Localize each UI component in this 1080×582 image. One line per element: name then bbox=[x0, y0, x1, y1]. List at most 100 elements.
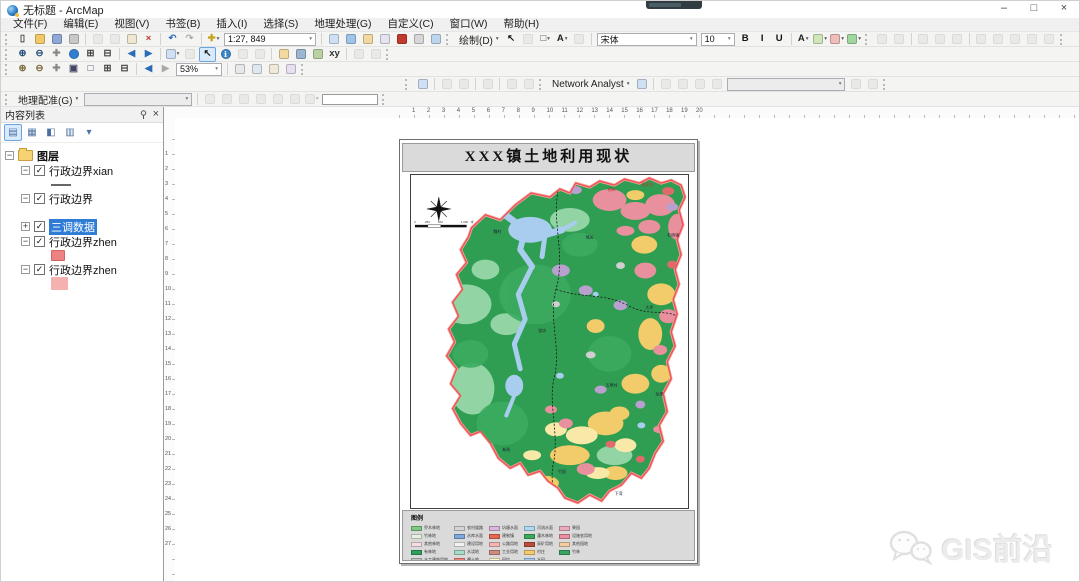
legend[interactable]: 图例 乔木林地 竹林地 其他林地 有林地 水工建筑用地 农村道路 水库水面 建设用地 水浇地 裸土… bbox=[402, 510, 695, 561]
layer-name[interactable]: 行政边界zhen bbox=[49, 234, 117, 250]
menu-item-4[interactable]: 书签(B) bbox=[157, 18, 208, 31]
paste-button[interactable] bbox=[124, 33, 139, 46]
page-fixed-zoom-out-button[interactable]: ⊟ bbox=[117, 63, 132, 76]
toolbar-grip[interactable] bbox=[5, 48, 10, 60]
menu-item-6[interactable]: 选择(S) bbox=[255, 18, 306, 31]
layers-root-label[interactable]: 图层 bbox=[37, 148, 59, 164]
maximize-button[interactable]: □ bbox=[1019, 1, 1049, 17]
find-tool[interactable] bbox=[293, 48, 308, 61]
underline-button[interactable]: U bbox=[772, 33, 787, 46]
layer-symbol-line[interactable] bbox=[51, 183, 71, 186]
python-window-button[interactable] bbox=[411, 33, 426, 46]
expander-icon[interactable]: − bbox=[21, 194, 30, 203]
back-extent-button[interactable]: ◀ bbox=[124, 48, 139, 61]
print-button[interactable] bbox=[66, 33, 81, 46]
editor-toolbar-button[interactable] bbox=[326, 33, 341, 46]
rectangle-tool-button[interactable]: □ ▾ bbox=[538, 33, 553, 46]
zoom-in-tool[interactable]: ⊕ bbox=[15, 48, 30, 61]
toolbar-grip[interactable] bbox=[539, 78, 544, 90]
layer-row-2[interactable]: − ✓ 行政边界 bbox=[5, 191, 161, 206]
expander-icon[interactable]: − bbox=[21, 265, 30, 274]
toolbar-grip[interactable] bbox=[1059, 33, 1065, 45]
menu-item-1[interactable]: 文件(F) bbox=[5, 18, 55, 31]
text-tool-button[interactable]: A ▾ bbox=[555, 33, 570, 46]
scale-bar[interactable] bbox=[414, 224, 467, 228]
minimize-button[interactable]: – bbox=[989, 1, 1019, 17]
menu-item-2[interactable]: 编辑(E) bbox=[55, 18, 106, 31]
layer-row-5[interactable]: − ✓ 行政边界zhen bbox=[5, 262, 161, 277]
toolbar-grip[interactable] bbox=[864, 33, 870, 45]
layer-name[interactable]: 行政边界zhen bbox=[49, 262, 117, 278]
north-arrow[interactable] bbox=[426, 197, 451, 221]
marker-color-button[interactable]: ▾ bbox=[847, 33, 862, 46]
layer-visibility-checkbox[interactable]: ✓ bbox=[34, 193, 45, 204]
toolbar-grip[interactable] bbox=[382, 93, 387, 105]
search-window-button[interactable] bbox=[377, 33, 392, 46]
layer-symbol-row[interactable] bbox=[5, 277, 161, 290]
network-analyst-menu[interactable]: Network Analyst ▾ bbox=[552, 79, 629, 90]
layer-row-4[interactable]: − ✓ 行政边界zhen bbox=[5, 234, 161, 249]
page-pan-tool[interactable]: ✚ bbox=[49, 63, 64, 76]
expander-icon[interactable]: − bbox=[21, 237, 30, 246]
draw-menu[interactable]: 绘制(D) ▾ bbox=[459, 32, 499, 47]
list-by-drawing-order-button[interactable]: ▤ bbox=[4, 124, 22, 141]
menu-item-7[interactable]: 地理处理(G) bbox=[306, 18, 379, 31]
font-color-button[interactable]: A ▾ bbox=[796, 33, 811, 46]
toc-options-button[interactable]: ▾ bbox=[80, 124, 98, 141]
line-color-button[interactable]: ▾ bbox=[830, 33, 845, 46]
layout-page[interactable]: XXX镇土地利用现状 0 250 500 1,000 米 魏村 城关 张坊 五里… bbox=[399, 139, 698, 564]
page-fixed-zoom-in-button[interactable]: ⊞ bbox=[100, 63, 115, 76]
table-of-contents-button[interactable] bbox=[343, 33, 358, 46]
toolbar-grip[interactable] bbox=[5, 63, 10, 75]
toolbar-grip[interactable] bbox=[386, 48, 391, 60]
landuse-map[interactable]: 0 250 500 1,000 米 魏村城关张坊五里村新桥 龙潭竹园下湾 石桥铺大坪 杨林 夏家… bbox=[411, 175, 688, 508]
italic-button[interactable]: I bbox=[755, 33, 770, 46]
layer-visibility-checkbox[interactable]: ✓ bbox=[34, 236, 45, 247]
identify-tool[interactable]: ℹ bbox=[218, 48, 233, 61]
select-elements-button[interactable]: ↖ bbox=[504, 33, 519, 46]
font-name-combo[interactable]: 宋体 ▾ bbox=[596, 32, 697, 46]
zoom-whole-page-button[interactable]: ▣ bbox=[66, 63, 81, 76]
layer-name[interactable]: 行政边界 bbox=[49, 191, 93, 207]
menu-item-5[interactable]: 插入(I) bbox=[208, 18, 255, 31]
rotation-value-input[interactable] bbox=[322, 93, 379, 105]
layer-name[interactable]: 三调数据 bbox=[49, 218, 97, 235]
toolbar-grip[interactable] bbox=[883, 78, 888, 90]
page-zoom-in-tool[interactable]: ⊕ bbox=[15, 63, 30, 76]
page-back-extent-button[interactable]: ◀ bbox=[141, 63, 156, 76]
page-zoom-percent-combo[interactable]: 53% ▾ bbox=[176, 62, 222, 76]
select-elements-tool[interactable]: ↖ bbox=[199, 46, 216, 62]
find-route-button[interactable] bbox=[310, 48, 325, 61]
pan-tool[interactable]: ✚ bbox=[49, 48, 64, 61]
undo-button[interactable]: ↶ bbox=[165, 33, 180, 46]
toolbar-grip[interactable] bbox=[301, 63, 306, 75]
layer-symbol-row[interactable] bbox=[5, 206, 161, 219]
menu-item-9[interactable]: 窗口(W) bbox=[442, 18, 496, 31]
layer-symbol-pink-large[interactable] bbox=[51, 277, 68, 290]
layer-visibility-checkbox[interactable]: ✓ bbox=[34, 264, 45, 275]
layer-name[interactable]: 行政边界xian bbox=[49, 163, 113, 179]
expander-icon[interactable]: − bbox=[21, 166, 30, 175]
menu-item-8[interactable]: 自定义(C) bbox=[380, 18, 442, 31]
change-layout-button[interactable] bbox=[266, 63, 281, 76]
list-by-visibility-button[interactable]: ◧ bbox=[42, 124, 60, 141]
toolbar-grip[interactable] bbox=[5, 33, 10, 45]
layout-canvas[interactable]: XXX镇土地利用现状 0 250 500 1,000 米 魏村 城关 张坊 五里… bbox=[175, 118, 1079, 581]
fixed-zoom-in-button[interactable]: ⊞ bbox=[83, 48, 98, 61]
toolbar-grip[interactable] bbox=[5, 93, 10, 105]
layer-symbol-blank[interactable] bbox=[51, 212, 71, 213]
zoom-100-button[interactable]: □ bbox=[83, 63, 98, 76]
list-by-source-button[interactable]: ▦ bbox=[23, 124, 41, 141]
toggle-draft-mode-button[interactable] bbox=[232, 63, 247, 76]
bold-button[interactable]: B bbox=[738, 33, 753, 46]
expander-icon[interactable]: − bbox=[5, 151, 14, 160]
expander-icon[interactable]: + bbox=[21, 222, 30, 231]
fixed-zoom-out-button[interactable]: ⊟ bbox=[100, 48, 115, 61]
forward-extent-button[interactable]: ▶ bbox=[141, 48, 156, 61]
pin-icon[interactable] bbox=[139, 110, 148, 119]
go-to-xy-button[interactable]: xy bbox=[327, 48, 342, 61]
save-button[interactable] bbox=[49, 33, 64, 46]
layer-visibility-checkbox[interactable]: ✓ bbox=[34, 221, 45, 232]
full-extent-button[interactable] bbox=[66, 48, 81, 61]
list-by-selection-button[interactable]: ▥ bbox=[61, 124, 79, 141]
